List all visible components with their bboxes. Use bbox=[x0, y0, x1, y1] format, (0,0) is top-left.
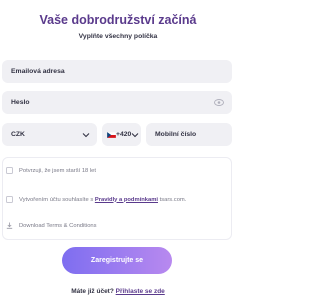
age-confirm-checkbox[interactable] bbox=[6, 167, 13, 174]
email-placeholder: Emailová adresa bbox=[11, 68, 65, 75]
have-account-text: Máte již účet? bbox=[71, 288, 114, 295]
login-prompt: Máte již účet? Přihlaste se zde bbox=[0, 288, 236, 295]
register-button[interactable]: Zaregistrujte se bbox=[62, 247, 172, 274]
terms-accept-suffix: tsars.com. bbox=[159, 196, 187, 203]
dial-code-value: +420 bbox=[116, 131, 132, 138]
chevron-down-icon bbox=[82, 132, 90, 138]
page-title: Vaše dobrodružství začíná bbox=[39, 13, 197, 27]
download-terms-link[interactable]: Download Terms & Conditions bbox=[6, 222, 97, 229]
download-label: Download Terms & Conditions bbox=[19, 222, 97, 229]
email-field[interactable]: Emailová adresa bbox=[2, 60, 232, 83]
download-icon bbox=[6, 222, 13, 229]
phone-placeholder: Mobilní číslo bbox=[155, 131, 197, 138]
password-field[interactable]: Heslo bbox=[2, 91, 232, 114]
dial-code-select[interactable]: +420 bbox=[102, 123, 141, 146]
currency-value: CZK bbox=[11, 131, 25, 138]
age-confirm-label: Potvrzuji, že jsem starší 18 let bbox=[19, 167, 96, 174]
terms-accept-row: Vytvořením účtu souhlasíte s Pravidly a … bbox=[6, 196, 186, 203]
age-confirm-row: Potvrzuji, že jsem starší 18 let bbox=[6, 167, 96, 174]
terms-accept-prefix: Vytvořením účtu souhlasíte s bbox=[19, 196, 94, 203]
page-subtitle: Vyplňte všechny políčka bbox=[78, 33, 158, 40]
password-placeholder: Heslo bbox=[11, 99, 30, 106]
login-link[interactable]: Přihlaste se zde bbox=[116, 288, 165, 295]
currency-select[interactable]: CZK bbox=[2, 123, 97, 146]
terms-accept-checkbox[interactable] bbox=[6, 196, 13, 203]
phone-field[interactable]: Mobilní číslo bbox=[146, 123, 232, 146]
terms-link[interactable]: Pravidly a podmínkami bbox=[95, 197, 158, 203]
czech-flag-icon bbox=[106, 131, 117, 138]
eye-icon[interactable] bbox=[214, 99, 224, 106]
chevron-down-icon bbox=[131, 132, 139, 138]
